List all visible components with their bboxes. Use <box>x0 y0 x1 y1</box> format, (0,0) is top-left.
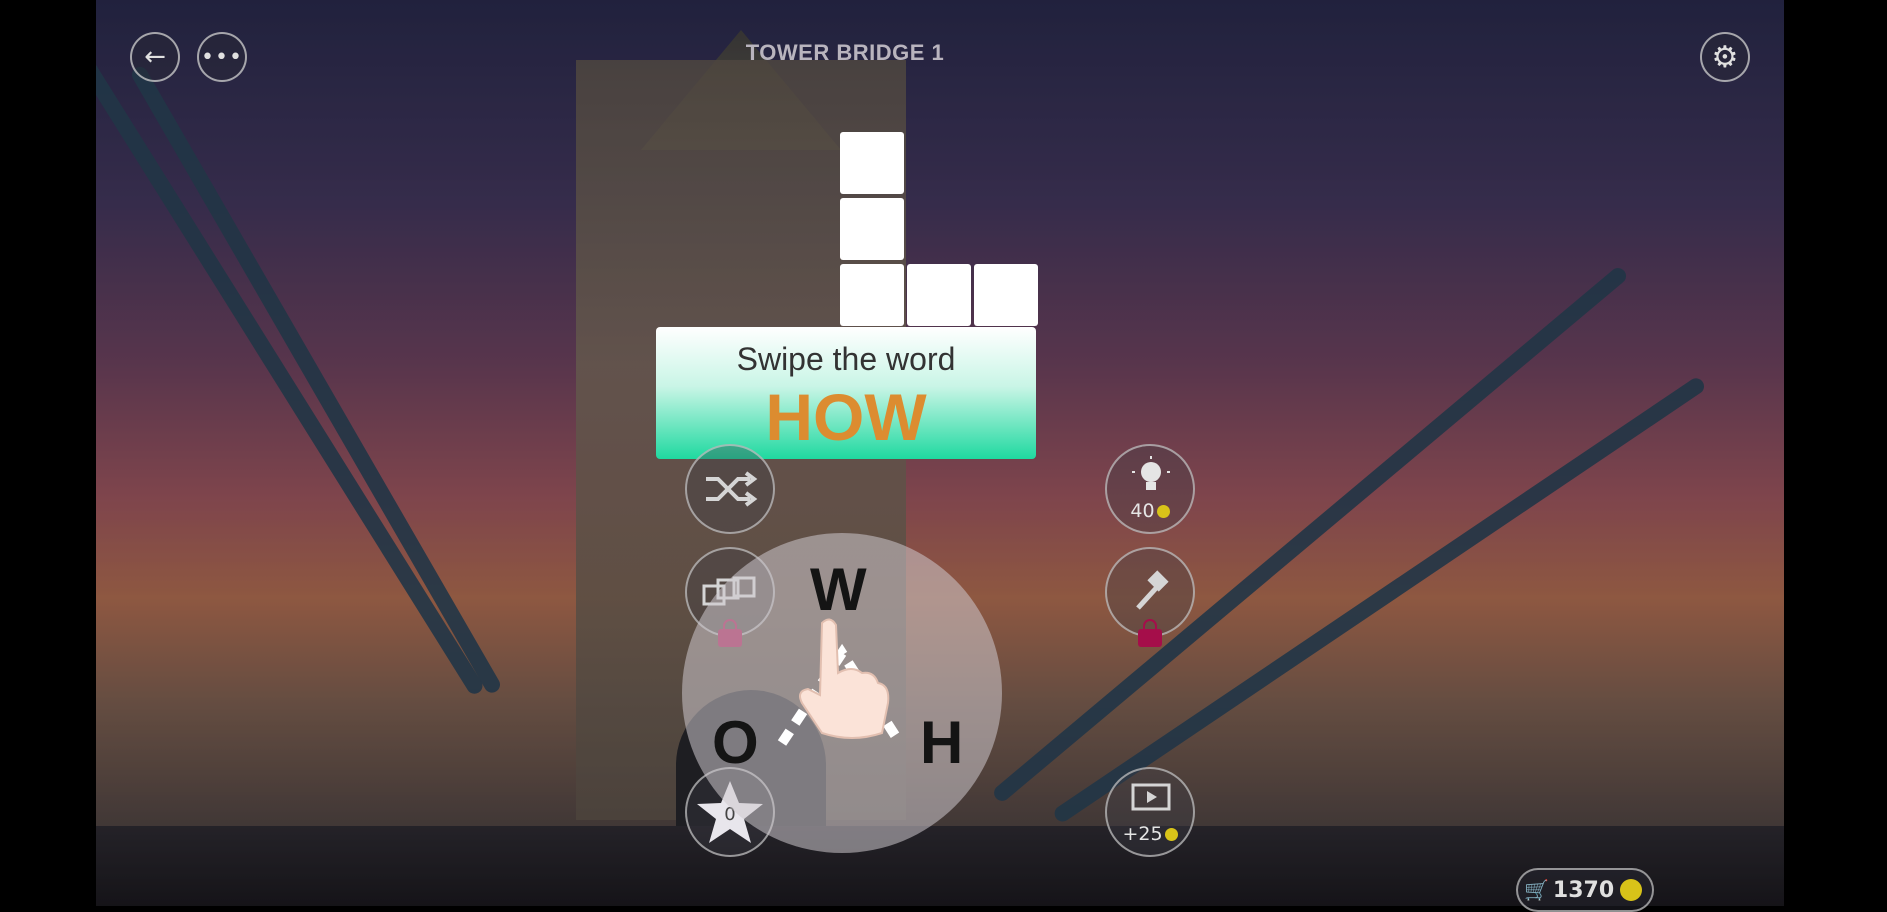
wheel-letter-o[interactable]: O <box>712 708 759 777</box>
hint-cost: 40 <box>1107 500 1193 522</box>
level-title: TOWER BRIDGE 1 <box>745 40 945 65</box>
lightbulb-icon <box>1132 456 1170 490</box>
tutorial-tip-panel: Swipe the word HOW <box>656 327 1036 459</box>
coin-icon <box>1620 879 1643 901</box>
video-icon <box>1131 783 1171 811</box>
coin-balance-button[interactable]: 🛒 1370 <box>1516 868 1654 912</box>
lock-icon <box>1138 619 1162 647</box>
crossword-cell <box>974 264 1038 326</box>
arrow-left-icon: ← <box>144 42 166 72</box>
shuffle-icon <box>706 471 758 507</box>
crossword-cell <box>840 132 904 194</box>
back-button[interactable]: ← <box>130 32 180 82</box>
shuffle-button[interactable] <box>685 444 775 534</box>
cart-icon: 🛒 <box>1524 878 1549 902</box>
video-reward: +25 <box>1107 823 1193 845</box>
letter-wheel[interactable]: W O H <box>682 533 1002 853</box>
crossword-cell <box>840 264 904 326</box>
tutorial-target-word: HOW <box>765 380 927 454</box>
coin-icon <box>1156 505 1170 518</box>
wheel-letter-h[interactable]: H <box>920 708 963 777</box>
tutorial-instruction: Swipe the word <box>736 341 956 377</box>
coin-icon <box>1164 828 1178 841</box>
crossword-cell <box>840 198 904 260</box>
more-dots-icon: ••• <box>201 44 243 70</box>
hammer-icon <box>1136 570 1169 610</box>
settings-button[interactable]: ⚙ <box>1700 32 1750 82</box>
watch-video-button[interactable]: +25 <box>1105 767 1195 857</box>
more-options-button[interactable]: ••• <box>197 32 247 82</box>
hint-button[interactable]: 40 <box>1105 444 1195 534</box>
hand-pointer-icon <box>799 618 890 739</box>
gear-icon: ⚙ <box>1711 39 1739 75</box>
coin-balance: 1370 <box>1552 877 1615 903</box>
crossword-cell <box>907 264 971 326</box>
